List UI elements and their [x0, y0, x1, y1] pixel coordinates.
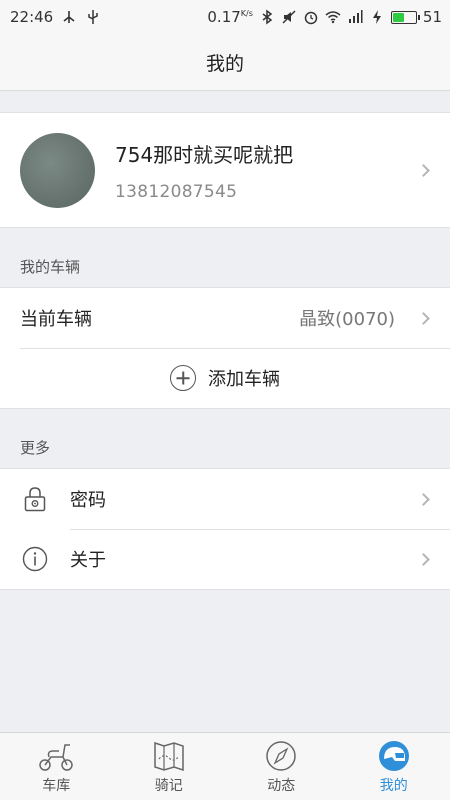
wifi-icon	[325, 11, 341, 24]
tab-bar: 车库 骑记 动态 我的	[0, 732, 450, 800]
add-circle-icon	[170, 365, 196, 391]
current-vehicle-row[interactable]: 当前车辆 晶致(0070)	[0, 288, 450, 348]
battery-level: 51	[422, 8, 442, 26]
tab-ride-log-label: 骑记	[154, 777, 183, 794]
status-time: 22:46	[10, 8, 54, 26]
vehicles-section-label: 我的车辆	[20, 258, 81, 276]
chevron-right-icon	[417, 492, 430, 506]
tab-ride-log[interactable]: 骑记	[113, 733, 226, 800]
scooter-icon	[39, 743, 73, 771]
bluetooth-icon	[262, 9, 273, 25]
more-section-label: 更多	[20, 439, 51, 457]
profile-name: 754那时就买呢就把	[115, 142, 294, 167]
alarm-icon	[304, 11, 318, 25]
page-header: 我的	[0, 34, 450, 91]
chevron-right-icon	[417, 552, 430, 566]
network-speed: 0.17K/s	[207, 8, 253, 26]
current-vehicle-label: 当前车辆	[20, 309, 92, 330]
map-icon	[154, 741, 184, 771]
about-row[interactable]: 关于	[0, 529, 450, 589]
helmet-icon	[378, 740, 409, 771]
add-vehicle-label: 添加车辆	[208, 369, 280, 390]
charging-icon	[372, 10, 381, 24]
chevron-right-icon	[417, 163, 430, 177]
tab-garage[interactable]: 车库	[0, 733, 113, 800]
tab-me-label: 我的	[379, 777, 408, 794]
status-bar: 22:46 0.17K/s 51	[0, 0, 450, 34]
about-label: 关于	[70, 550, 106, 571]
password-label: 密码	[70, 490, 106, 511]
page-title: 我的	[205, 52, 244, 75]
signal-icon	[348, 10, 363, 23]
mute-icon	[282, 10, 296, 24]
avatar[interactable]	[20, 132, 95, 208]
password-row[interactable]: 密码	[0, 469, 450, 529]
battery-icon	[390, 10, 420, 24]
vehicles-group: 当前车辆 晶致(0070) 添加车辆	[0, 287, 450, 409]
compass-icon	[266, 740, 296, 771]
tab-feed-label: 动态	[267, 777, 296, 794]
lock-icon	[24, 487, 46, 512]
tab-me[interactable]: 我的	[338, 733, 450, 800]
profile-card[interactable]: 754那时就买呢就把 13812087545	[0, 112, 450, 228]
info-icon	[22, 546, 48, 572]
tab-garage-label: 车库	[42, 777, 71, 794]
usb-icon	[88, 10, 98, 24]
tab-feed[interactable]: 动态	[225, 733, 338, 800]
profile-phone: 13812087545	[115, 181, 238, 202]
more-group: 密码 关于	[0, 468, 450, 590]
chevron-right-icon	[417, 311, 430, 325]
current-vehicle-value: 晶致(0070)	[299, 309, 395, 330]
add-vehicle-button[interactable]: 添加车辆	[0, 348, 450, 408]
usb-debug-icon	[63, 11, 75, 23]
